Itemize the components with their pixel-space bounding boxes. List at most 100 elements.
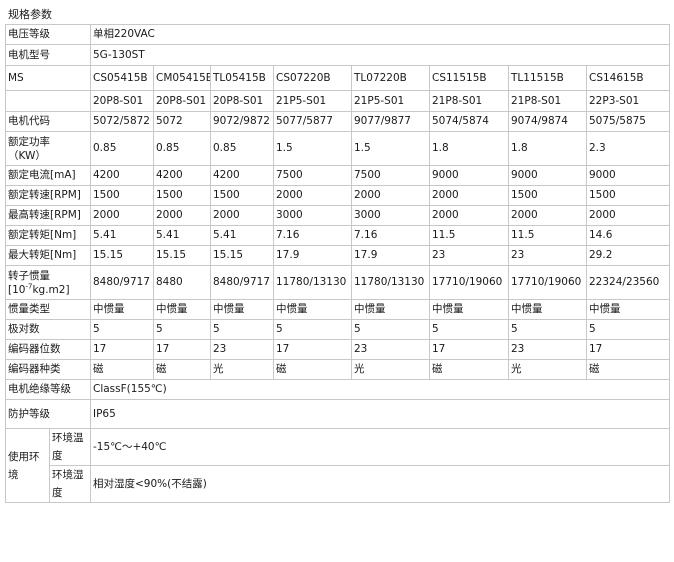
- value-cell: 17: [273, 339, 352, 360]
- row-label-text: 额定功率: [8, 135, 50, 148]
- value-cell: 5074/5874: [429, 111, 509, 132]
- spec-table: 电压等级 单相220VAC 电机型号 5G-130ST MS CS05415B …: [5, 24, 671, 503]
- model-cell: CS07220B: [273, 65, 352, 91]
- unit-line: （KW）: [8, 149, 90, 163]
- value-cell: 11.5: [508, 225, 587, 246]
- value-cell: 1500: [90, 185, 154, 206]
- temp-label: 环境温度: [49, 428, 91, 466]
- suffix-cell: 21P8-S01: [429, 90, 509, 112]
- row-label: 电机绝缘等级: [5, 379, 91, 400]
- value-cell: 0.85: [90, 131, 154, 166]
- unit-line: [10-7kg.m2]: [8, 283, 90, 297]
- ms-label: MS: [5, 65, 91, 91]
- value-cell: 15.15: [153, 245, 211, 266]
- row-label-text: 编码器位数: [8, 343, 61, 355]
- value-cell: 8480: [153, 265, 211, 300]
- row-label: 电机型号: [5, 44, 91, 66]
- empty-cell: [5, 90, 91, 112]
- value-cell: 5: [153, 319, 211, 340]
- encoder-type-row: 编码器种类磁磁光磁光磁光磁: [5, 359, 671, 380]
- value-cell: 17710/19060: [508, 265, 587, 300]
- value-cell: 5: [508, 319, 587, 340]
- row-label-text: 编码器种类: [8, 363, 61, 375]
- value-cell: 光: [508, 359, 587, 380]
- value-cell: 17: [429, 339, 509, 360]
- max-torque-row: 最大转矩[Nm] 15.15 15.15 15.15 17.9 17.9 23 23 29.2: [5, 245, 671, 266]
- row-label-text: 极对数: [8, 323, 40, 335]
- value-cell: 5: [273, 319, 352, 340]
- value-cell: 中惯量: [429, 299, 509, 320]
- ms-suffix-row: 20P8-S01 20P8-S01 20P8-S01 21P5-S01 21P5…: [5, 90, 671, 112]
- value-cell: 1.8: [508, 131, 587, 166]
- value-cell: 磁: [153, 359, 211, 380]
- row-label-text: 额定转矩[Nm]: [8, 229, 77, 241]
- value-cell: 中惯量: [210, 299, 274, 320]
- value-cell: 9000: [585, 165, 671, 186]
- value-cell: 23: [508, 339, 587, 360]
- value-cell: 磁: [585, 359, 671, 380]
- suffix-cell: 20P8-S01: [210, 90, 274, 112]
- value-cell: 2000: [429, 205, 509, 226]
- value-cell: 3000: [351, 205, 430, 226]
- temp-value: -15℃～+40℃: [89, 428, 671, 466]
- value-cell: 4200: [90, 165, 154, 186]
- row-label-text: [10: [8, 283, 26, 296]
- value-cell: 4200: [153, 165, 211, 186]
- row-label-text: kg.m2]: [32, 283, 70, 296]
- inertia-row: 转子惯量 [10-7kg.m2] 8480/9717 8480 8480/9717 117…: [5, 265, 671, 300]
- row-label: 电机代码: [5, 111, 91, 132]
- value-cell: 15.15: [210, 245, 274, 266]
- row-label-text: 额定转速[RPM]: [8, 189, 81, 201]
- suffix-cell: 21P5-S01: [351, 90, 430, 112]
- environment-label: 使用环境: [5, 428, 50, 503]
- value-cell: 8480/9717: [210, 265, 274, 300]
- value-cell: 3000: [273, 205, 352, 226]
- value-cell: 23: [351, 339, 430, 360]
- model-cell: CS05415B: [90, 65, 154, 91]
- suffix-cell: 21P5-S01: [273, 90, 352, 112]
- row-label-text: 电机代码: [8, 115, 50, 127]
- protection-value: IP65: [89, 399, 671, 429]
- value-cell: 1.8: [429, 131, 509, 166]
- row-label: 防护等级: [5, 399, 91, 429]
- value-cell: 23: [429, 245, 509, 266]
- value-cell: 7.16: [351, 225, 430, 246]
- value-cell: 2000: [90, 205, 154, 226]
- value-cell: 2.3: [585, 131, 671, 166]
- value-cell: 2000: [351, 185, 430, 206]
- value-cell: 14.6: [585, 225, 671, 246]
- value-cell: 中惯量: [153, 299, 211, 320]
- model-cell: TL07220B: [351, 65, 430, 91]
- value-cell: 5075/5875: [585, 111, 671, 132]
- model-cell: TL05415B: [210, 65, 274, 91]
- value-cell: 中惯量: [90, 299, 154, 320]
- rated-speed-row: 额定转速[RPM] 1500 1500 1500 2000 2000 2000 1500 150…: [5, 185, 671, 206]
- value-cell: 1.5: [273, 131, 352, 166]
- protection-row: 防护等级 IP65: [5, 399, 671, 429]
- value-cell: 中惯量: [273, 299, 352, 320]
- row-label: 编码器种类: [5, 359, 91, 380]
- row-label: 转子惯量 [10-7kg.m2]: [5, 265, 91, 300]
- value-cell: 2000: [273, 185, 352, 206]
- value-cell: 中惯量: [351, 299, 430, 320]
- motor-model-value: 5G-130ST: [89, 44, 671, 66]
- code-row: 电机代码 5072/5872 5072 9072/9872 5077/5877 9077/…: [5, 111, 671, 132]
- current-row: 额定电流[mA] 4200 4200 4200 7500 7500 9000 9000 9000: [5, 165, 671, 186]
- motor-model-row: 电机型号 5G-130ST: [5, 44, 671, 66]
- voltage-row: 电压等级 单相220VAC: [5, 24, 671, 45]
- value-cell: 9074/9874: [508, 111, 587, 132]
- suffix-cell: 21P8-S01: [508, 90, 587, 112]
- insulation-row: 电机绝缘等级 ClassF(155℃): [5, 379, 671, 400]
- value-cell: 7500: [351, 165, 430, 186]
- value-cell: 1.5: [351, 131, 430, 166]
- value-cell: 5: [429, 319, 509, 340]
- power-row: 额定功率 （KW） 0.85 0.85 0.85 1.5 1.5 1.8 1.8 2.3: [5, 131, 671, 166]
- value-cell: 磁: [90, 359, 154, 380]
- value-cell: 15.15: [90, 245, 154, 266]
- row-label-text: 转子惯量: [8, 269, 50, 282]
- value-cell: 1500: [508, 185, 587, 206]
- page-title: 规格参数: [8, 8, 52, 21]
- value-cell: 11780/13130: [351, 265, 430, 300]
- suffix-cell: 20P8-S01: [90, 90, 154, 112]
- value-cell: 7.16: [273, 225, 352, 246]
